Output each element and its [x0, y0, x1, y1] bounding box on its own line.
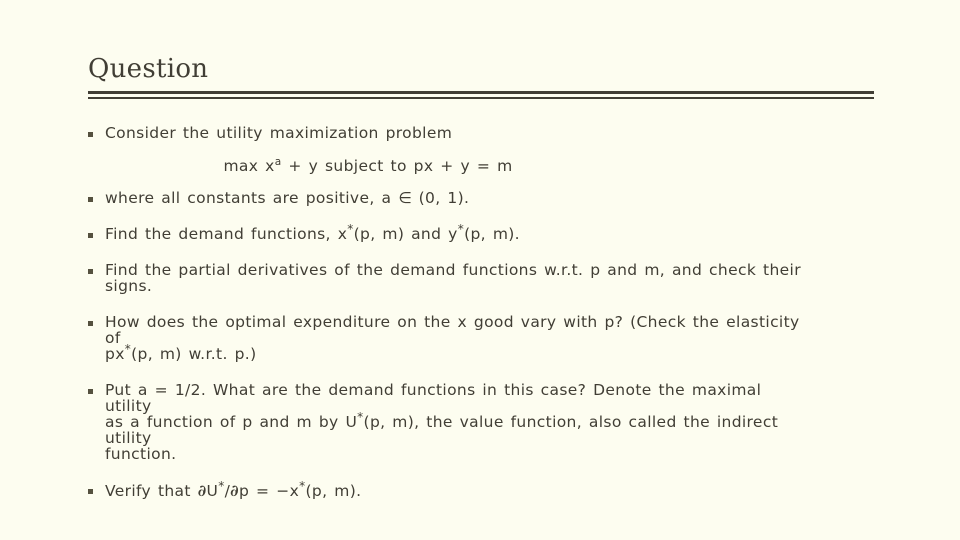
list-item: Find the demand functions, x*(p, m) and …	[88, 223, 874, 244]
square-bullet-icon	[88, 225, 105, 238]
bullet-line: function.	[105, 445, 177, 463]
square-bullet-icon	[88, 189, 105, 202]
divider-rule-thin	[88, 97, 874, 99]
partial-derivative-icon: ∂	[197, 481, 207, 500]
partial-derivative-icon: ∂	[230, 481, 239, 500]
list-item: Put a = 1/2. What are the demand functio…	[88, 381, 874, 464]
seg: U	[206, 482, 219, 500]
bullet-line: Verify that ∂U*/∂p = −x*(p, m).	[105, 480, 874, 501]
square-bullet-icon	[88, 381, 105, 394]
bullet-list: Consider the utility maximization proble…	[88, 124, 874, 518]
seg: (p, m).	[464, 225, 520, 243]
bullet-text-find-demand: Find the demand functions, x*(p, m) and …	[105, 223, 874, 244]
list-item: Verify that ∂U*/∂p = −x*(p, m).	[88, 480, 874, 501]
bullet-line: How does the optimal expenditure on the …	[105, 313, 800, 331]
bullet-text-suffix: (0, 1).	[411, 189, 470, 207]
square-bullet-icon	[88, 261, 105, 274]
seg: Verify that	[105, 482, 198, 500]
bullet-text-optimal-expenditure: How does the optimal expenditure on the …	[105, 313, 874, 364]
seg: p = −x	[238, 482, 300, 500]
bullet-line: as a function of p and m by U*(p, m), th…	[105, 411, 874, 432]
bullet-line: Find the partial derivatives of the dema…	[105, 261, 801, 279]
list-item: Find the partial derivatives of the dema…	[88, 261, 874, 296]
equation-prefix: max x	[223, 157, 275, 175]
list-item: Consider the utility maximization proble…	[88, 124, 874, 143]
bullet-text-put-a-half: Put a = 1/2. What are the demand functio…	[105, 381, 874, 464]
seg: (p, m).	[305, 482, 362, 500]
bullet-text-find-partials: Find the partial derivatives of the dema…	[105, 261, 874, 296]
seg: px	[105, 345, 125, 363]
bullet-text-prefix: where all constants are positive, a	[105, 189, 399, 207]
square-bullet-icon	[88, 313, 105, 326]
equation-exponent: a	[274, 155, 282, 168]
title-block: Question	[88, 54, 874, 84]
bullet-line: px*(p, m) w.r.t. p.)	[105, 343, 874, 364]
bullet-text-consider: Consider the utility maximization proble…	[105, 124, 874, 143]
equation-max-problem: max xa + y subject to px + y = m	[88, 157, 874, 176]
bullet-line: Consider the utility maximization proble…	[105, 124, 453, 142]
square-bullet-icon	[88, 124, 105, 137]
title-divider	[88, 91, 874, 99]
seg: (p, m), the value function, also called …	[363, 413, 779, 431]
element-of-icon: ∈	[398, 189, 412, 207]
square-bullet-icon	[88, 481, 105, 494]
list-item: where all constants are positive, a ∈ (0…	[88, 189, 874, 208]
bullet-text-verify: Verify that ∂U*/∂p = −x*(p, m).	[105, 480, 874, 501]
page-title: Question	[88, 54, 209, 84]
bullet-line: Find the demand functions, x*(p, m) and …	[105, 223, 874, 244]
bullet-line: where all constants are positive, a ∈ (0…	[105, 189, 874, 208]
seg: (p, m) w.r.t. p.)	[131, 345, 257, 363]
bullet-text-where-constants: where all constants are positive, a ∈ (0…	[105, 189, 874, 208]
list-item: How does the optimal expenditure on the …	[88, 313, 874, 364]
slide-canvas: Question Consider the utility maximizati…	[0, 0, 960, 540]
equation-suffix: + y subject to px + y = m	[281, 157, 513, 175]
seg: (p, m) and y	[353, 225, 458, 243]
seg: Find the demand functions, x	[105, 225, 348, 243]
bullet-line: Put a = 1/2. What are the demand functio…	[105, 381, 762, 399]
